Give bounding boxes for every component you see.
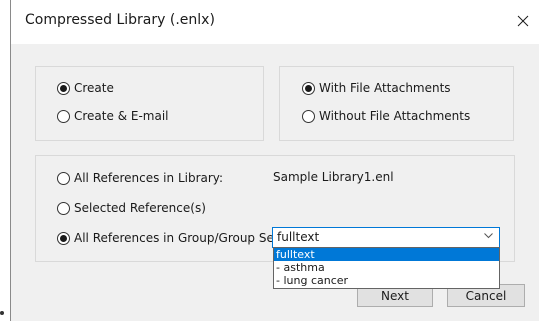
radio-all-references[interactable]: All References in Library: [57, 171, 223, 185]
dialog-title: Compressed Library (.enlx) [25, 12, 215, 28]
radio-selected-references-button[interactable] [57, 201, 70, 215]
chevron-down-icon [484, 233, 493, 239]
radio-create-email-button[interactable] [57, 109, 70, 123]
radio-with-attachments-label: With File Attachments [319, 81, 451, 95]
radio-with-attachments-button[interactable] [302, 81, 315, 95]
radio-create-email-label: Create & E-mail [74, 109, 169, 123]
group-set-combobox[interactable]: fulltext [272, 227, 500, 248]
radio-without-attachments-button[interactable] [302, 109, 315, 123]
title-bar: Compressed Library (.enlx) [11, 0, 539, 44]
radio-without-attachments-label: Without File Attachments [319, 109, 471, 123]
radio-create[interactable]: Create [57, 81, 114, 95]
close-icon [517, 15, 529, 27]
radio-group-set[interactable]: All References in Group/Group Set: [57, 231, 283, 245]
cursor-mark [0, 311, 4, 315]
dropdown-item-lung-cancer[interactable]: - lung cancer [274, 274, 499, 287]
radio-without-attachments[interactable]: Without File Attachments [302, 109, 470, 123]
radio-group-set-button[interactable] [57, 231, 70, 245]
group-set-dropdown-list: fulltext - asthma - lung cancer [273, 247, 500, 289]
attachments-group [279, 66, 514, 141]
radio-all-references-button[interactable] [57, 171, 70, 185]
radio-selected-references-label: Selected Reference(s) [74, 201, 206, 215]
compressed-library-dialog: Compressed Library (.enlx) Create Create… [10, 0, 539, 321]
radio-with-attachments[interactable]: With File Attachments [302, 81, 451, 95]
radio-selected-references[interactable]: Selected Reference(s) [57, 201, 206, 215]
close-button[interactable] [506, 6, 539, 36]
radio-create-button[interactable] [57, 81, 70, 95]
dropdown-item-fulltext[interactable]: fulltext [274, 248, 499, 261]
library-name: Sample Library1.enl [273, 170, 394, 184]
radio-all-references-label: All References in Library: [74, 171, 224, 185]
action-group [35, 66, 264, 141]
dropdown-item-asthma[interactable]: - asthma [274, 261, 499, 274]
group-set-combobox-value: fulltext [277, 230, 320, 244]
radio-create-label: Create [74, 81, 114, 95]
radio-create-email[interactable]: Create & E-mail [57, 109, 168, 123]
radio-group-set-label: All References in Group/Group Set: [74, 231, 283, 245]
